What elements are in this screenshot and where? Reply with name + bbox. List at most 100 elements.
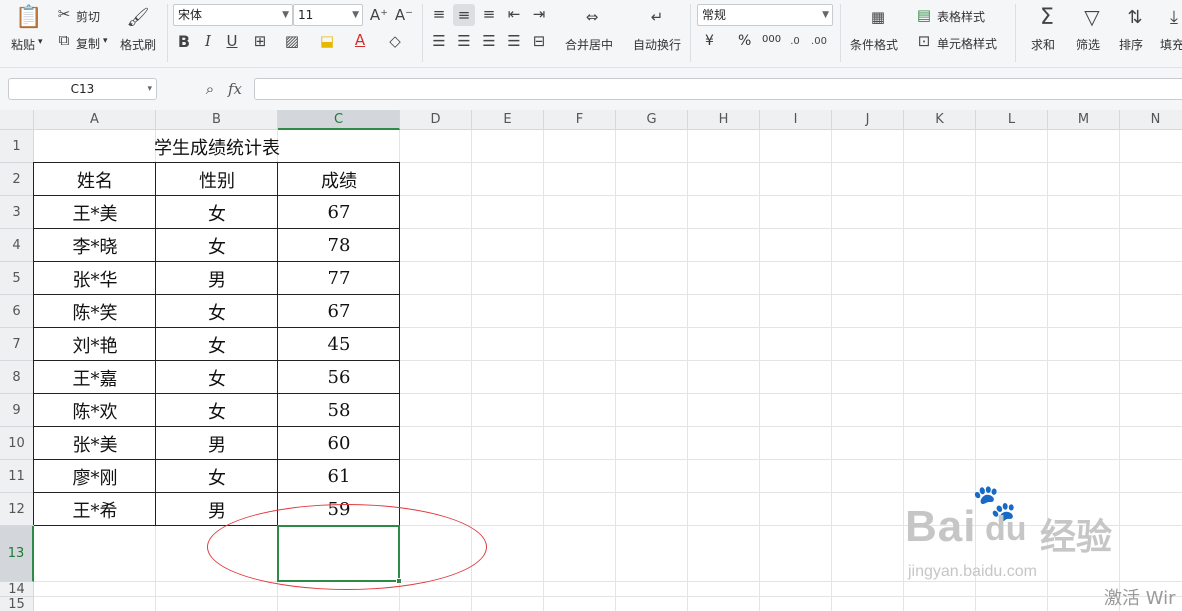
fx-button[interactable]: fx xyxy=(228,80,242,98)
cut-button[interactable]: 剪切 xyxy=(76,8,100,25)
highlight-color-icon[interactable]: ⬓ xyxy=(317,32,337,50)
column-header[interactable]: N xyxy=(1120,110,1182,130)
score-cell[interactable]: 67 xyxy=(278,196,400,229)
paste-dropdown-icon[interactable]: ▾ xyxy=(38,37,43,47)
wrap-text-icon[interactable]: ↵ xyxy=(645,6,669,28)
column-header[interactable]: H xyxy=(688,110,760,130)
column-header[interactable]: B xyxy=(156,110,278,130)
name-cell[interactable]: 张*华 xyxy=(34,262,156,295)
distribute-icon[interactable]: ⊟ xyxy=(530,32,548,50)
copy-icon[interactable]: ⧉ xyxy=(56,31,72,49)
column-header[interactable]: F xyxy=(544,110,616,130)
row-header[interactable]: 13 xyxy=(0,526,34,582)
name-cell[interactable]: 刘*艳 xyxy=(34,328,156,361)
name-cell[interactable]: 张*美 xyxy=(34,427,156,460)
gender-cell[interactable]: 男 xyxy=(156,427,278,460)
cell-fill-icon[interactable]: ▨ xyxy=(282,32,302,50)
number-format-select[interactable]: 常规 ▼ xyxy=(697,4,833,26)
clear-format-icon[interactable]: ◇ xyxy=(385,32,405,50)
wrap-text-button[interactable]: 自动换行 xyxy=(633,36,681,53)
sort-button[interactable]: 排序 xyxy=(1119,36,1143,53)
name-cell[interactable]: 陈*笑 xyxy=(34,295,156,328)
column-header[interactable]: D xyxy=(400,110,472,130)
column-header[interactable]: E xyxy=(472,110,544,130)
row-header[interactable]: 15 xyxy=(0,597,34,611)
gender-cell[interactable]: 男 xyxy=(156,262,278,295)
gender-cell[interactable]: 女 xyxy=(156,229,278,262)
cut-icon[interactable]: ✂ xyxy=(56,5,72,23)
table-style-icon[interactable]: ▤ xyxy=(915,6,933,24)
align-center-icon[interactable]: ☰ xyxy=(455,32,473,50)
score-cell[interactable]: 77 xyxy=(278,262,400,295)
column-header[interactable]: K xyxy=(904,110,976,130)
fill-button[interactable]: 填充 xyxy=(1160,36,1182,53)
copy-dropdown-icon[interactable]: ▾ xyxy=(103,36,108,46)
italic-icon[interactable]: I xyxy=(200,32,216,50)
score-cell[interactable]: 78 xyxy=(278,229,400,262)
spreadsheet-grid[interactable]: A B C D E F G H I J K L M N 1 2 3 4 5 6 7 8 9 10 11 12 13 14 15 学生成绩统… xyxy=(0,110,1182,611)
column-header[interactable]: A xyxy=(34,110,156,130)
row-header[interactable]: 6 xyxy=(0,295,34,328)
filter-button[interactable]: 筛选 xyxy=(1076,36,1100,53)
row-header[interactable]: 5 xyxy=(0,262,34,295)
align-left-icon[interactable]: ☰ xyxy=(430,32,448,50)
name-cell[interactable]: 李*晓 xyxy=(34,229,156,262)
name-cell[interactable]: 陈*欢 xyxy=(34,394,156,427)
align-top-icon[interactable]: ≡ xyxy=(430,5,448,23)
zoom-search-icon[interactable]: ⌕ xyxy=(200,79,220,99)
percent-button[interactable]: % xyxy=(738,33,751,49)
copy-button[interactable]: 复制 xyxy=(76,35,100,52)
row-header[interactable]: 12 xyxy=(0,493,34,526)
row-header[interactable]: 10 xyxy=(0,427,34,460)
decrease-indent-icon[interactable]: ⇤ xyxy=(505,5,523,23)
underline-icon[interactable]: U xyxy=(224,32,240,50)
header-cell[interactable]: 性别 xyxy=(156,163,278,196)
column-header[interactable]: L xyxy=(976,110,1048,130)
currency-button[interactable]: ¥ xyxy=(705,33,714,49)
row-header[interactable]: 11 xyxy=(0,460,34,493)
score-cell[interactable]: 45 xyxy=(278,328,400,361)
column-header[interactable]: G xyxy=(616,110,688,130)
merge-center-icon[interactable]: ⇔ xyxy=(580,6,604,28)
format-painter-button[interactable]: 格式刷 xyxy=(120,36,156,53)
name-cell[interactable]: 王*美 xyxy=(34,196,156,229)
justify-icon[interactable]: ☰ xyxy=(505,32,523,50)
paste-icon[interactable]: 📋 xyxy=(15,4,42,30)
formula-input[interactable] xyxy=(254,78,1182,100)
row-header[interactable]: 9 xyxy=(0,394,34,427)
row-header[interactable]: 8 xyxy=(0,361,34,394)
name-cell[interactable]: 王*希 xyxy=(34,493,156,526)
gender-cell[interactable]: 女 xyxy=(156,460,278,493)
font-size-select[interactable]: 11 ▼ xyxy=(293,4,363,26)
font-color-icon[interactable]: A xyxy=(352,30,368,50)
align-right-icon[interactable]: ☰ xyxy=(480,32,498,50)
align-bottom-icon[interactable]: ≡ xyxy=(480,5,498,23)
conditional-format-icon[interactable]: ▦ xyxy=(866,6,890,28)
row-header[interactable]: 3 xyxy=(0,196,34,229)
filter-icon[interactable]: ▽ xyxy=(1080,4,1104,30)
font-name-select[interactable]: 宋体 ▼ xyxy=(173,4,293,26)
table-style-button[interactable]: 表格样式 xyxy=(937,8,985,25)
conditional-format-button[interactable]: 条件格式 xyxy=(850,36,898,53)
cell-style-icon[interactable]: ⊡ xyxy=(915,32,933,50)
fill-icon[interactable]: ⤓ xyxy=(1164,4,1182,30)
score-cell[interactable]: 56 xyxy=(278,361,400,394)
row-header[interactable]: 4 xyxy=(0,229,34,262)
row-header[interactable]: 7 xyxy=(0,328,34,361)
thousands-button[interactable]: 000 xyxy=(762,34,781,45)
score-cell[interactable]: 60 xyxy=(278,427,400,460)
column-header[interactable]: M xyxy=(1048,110,1120,130)
gender-cell[interactable]: 女 xyxy=(156,394,278,427)
sum-icon[interactable]: Σ xyxy=(1035,4,1059,30)
row-header[interactable]: 1 xyxy=(0,130,34,163)
cell-style-button[interactable]: 单元格样式 xyxy=(937,35,997,52)
gender-cell[interactable]: 女 xyxy=(156,295,278,328)
merge-center-button[interactable]: 合并居中 xyxy=(565,36,613,53)
sum-button[interactable]: 求和 xyxy=(1031,36,1055,53)
column-header[interactable]: C xyxy=(278,110,400,130)
decrease-font-icon[interactable]: A⁻ xyxy=(395,5,413,25)
increase-font-icon[interactable]: A⁺ xyxy=(370,5,388,25)
paste-button[interactable]: 粘贴 xyxy=(11,36,35,53)
gender-cell[interactable]: 女 xyxy=(156,196,278,229)
gender-cell[interactable]: 女 xyxy=(156,361,278,394)
